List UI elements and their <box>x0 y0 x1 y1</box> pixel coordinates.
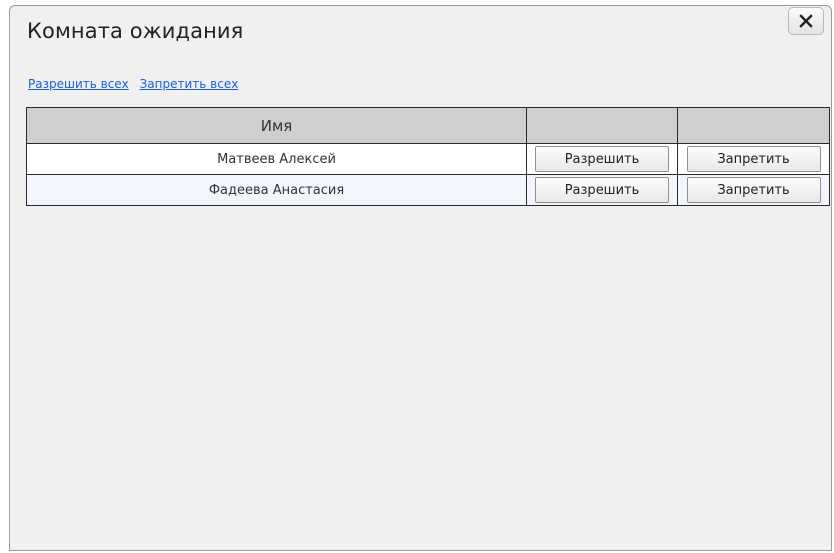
dialog-title: Комната ожидания <box>27 19 244 43</box>
table-row: Матвеев Алексей Разрешить Запретить <box>26 143 830 175</box>
column-header-deny <box>677 107 830 144</box>
deny-all-link[interactable]: Запретить всех <box>140 77 239 91</box>
bulk-actions: Разрешить всех Запретить всех <box>28 77 245 91</box>
deny-button[interactable]: Запретить <box>686 177 821 203</box>
allow-button[interactable]: Разрешить <box>535 177 669 203</box>
table-header-row: Имя <box>26 107 830 144</box>
column-header-name: Имя <box>26 107 527 144</box>
close-icon <box>799 14 813 28</box>
allow-cell: Разрешить <box>526 174 678 206</box>
column-header-allow <box>526 107 678 144</box>
allow-cell: Разрешить <box>526 143 678 175</box>
user-name: Фадеева Анастасия <box>26 174 527 206</box>
waiting-users-table: Имя Матвеев Алексей Разрешить Запретить … <box>26 107 830 206</box>
close-button[interactable] <box>788 7 824 35</box>
deny-cell: Запретить <box>677 174 830 206</box>
table-row: Фадеева Анастасия Разрешить Запретить <box>26 174 830 206</box>
allow-button[interactable]: Разрешить <box>535 146 669 172</box>
deny-button[interactable]: Запретить <box>686 146 821 172</box>
waiting-room-dialog: Комната ожидания Разрешить всех Запретит… <box>9 5 832 551</box>
user-name: Матвеев Алексей <box>26 143 527 175</box>
allow-all-link[interactable]: Разрешить всех <box>28 77 129 91</box>
deny-cell: Запретить <box>677 143 830 175</box>
